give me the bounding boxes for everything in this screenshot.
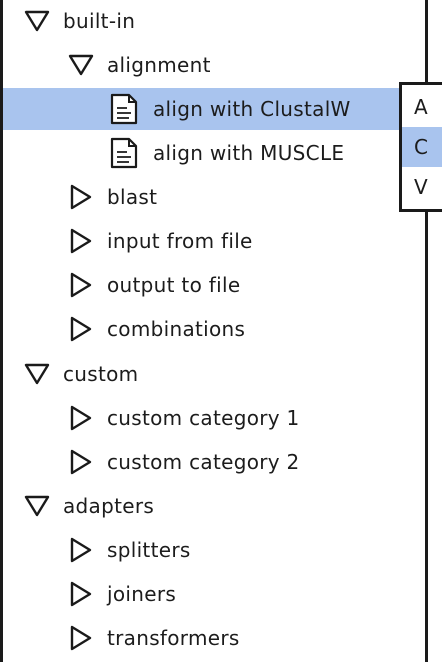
tree-node-label: custom category 2 (107, 450, 300, 474)
triangle-down-icon[interactable] (23, 7, 51, 35)
tree-node-label: custom category 1 (107, 406, 300, 430)
tree-node-label: output to file (107, 273, 241, 297)
tree-node-label: blast (107, 185, 158, 209)
triangle-right-icon[interactable] (67, 624, 95, 652)
tree-node-label: alignment (107, 53, 211, 77)
triangle-right-icon[interactable] (67, 448, 95, 476)
context-menu-item[interactable]: V (402, 167, 442, 207)
tree-node-label: transformers (107, 626, 240, 650)
tree-node-label: input from file (107, 229, 253, 253)
context-menu-item-highlighted[interactable]: C (402, 127, 442, 167)
tree-item-label: align with MUSCLE (153, 141, 345, 165)
tree-node-label: custom (63, 362, 139, 386)
tree-item-label: align with ClustalW (153, 97, 351, 121)
triangle-right-icon[interactable] (67, 227, 95, 255)
tree-node-label: adapters (63, 494, 155, 518)
tree-node-blast[interactable]: blast (3, 176, 425, 218)
menu-item-label: C (414, 135, 428, 159)
tree-node-custom-category-2[interactable]: custom category 2 (3, 441, 425, 483)
document-icon (107, 92, 141, 126)
tree-node-alignment[interactable]: alignment (3, 44, 425, 86)
tree-node-label: combinations (107, 317, 246, 341)
tree-node-custom-category-1[interactable]: custom category 1 (3, 397, 425, 439)
tree-node-custom[interactable]: custom (3, 353, 425, 395)
tree-node-splitters[interactable]: splitters (3, 529, 425, 571)
context-menu-item[interactable]: A (402, 87, 442, 127)
tree-item-align-clustalw[interactable]: align with ClustalW (3, 88, 425, 130)
triangle-down-icon[interactable] (23, 492, 51, 520)
component-tree-panel: built-in alignment align with ClustalW a… (0, 0, 428, 662)
tree-node-adapters[interactable]: adapters (3, 485, 425, 527)
tree-node-label: splitters (107, 538, 191, 562)
tree-node-combinations[interactable]: combinations (3, 308, 425, 350)
menu-item-label: V (414, 175, 428, 199)
tree-node-label: joiners (107, 582, 177, 606)
tree-item-align-muscle[interactable]: align with MUSCLE (3, 132, 425, 174)
context-menu: A C V (399, 82, 442, 212)
triangle-right-icon[interactable] (67, 404, 95, 432)
menu-item-label: A (414, 95, 428, 119)
tree-node-input-from-file[interactable]: input from file (3, 220, 425, 262)
triangle-right-icon[interactable] (67, 183, 95, 211)
triangle-down-icon[interactable] (23, 360, 51, 388)
triangle-right-icon[interactable] (67, 536, 95, 564)
triangle-right-icon[interactable] (67, 315, 95, 343)
tree-node-transformers[interactable]: transformers (3, 617, 425, 659)
triangle-right-icon[interactable] (67, 271, 95, 299)
tree-node-built-in[interactable]: built-in (3, 0, 425, 42)
document-icon (107, 136, 141, 170)
tree-node-output-to-file[interactable]: output to file (3, 264, 425, 306)
tree-node-joiners[interactable]: joiners (3, 573, 425, 615)
triangle-down-icon[interactable] (67, 51, 95, 79)
tree-node-label: built-in (63, 9, 136, 33)
triangle-right-icon[interactable] (67, 580, 95, 608)
